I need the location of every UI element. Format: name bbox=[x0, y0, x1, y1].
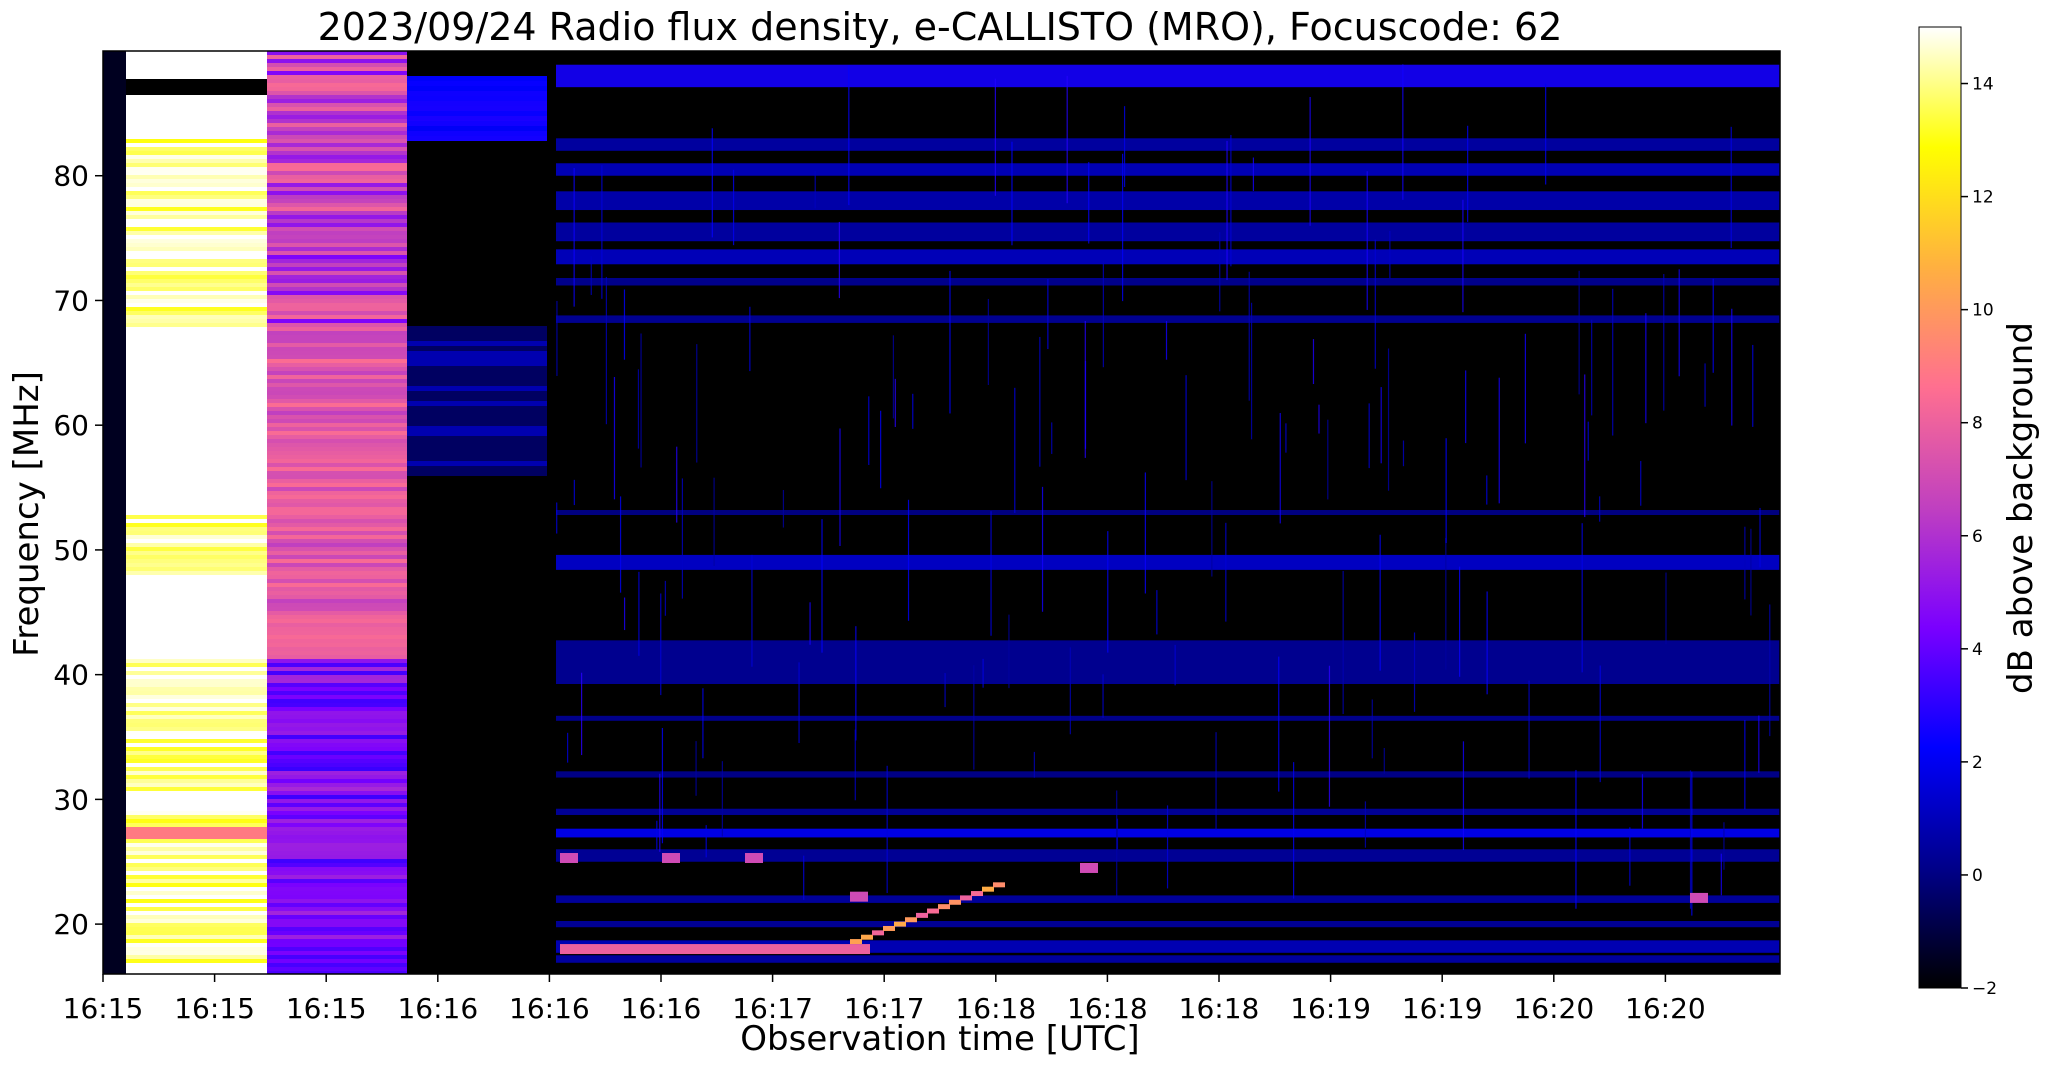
colorbar: −2 0 2 4 6 8 10 12 14 dB above background bbox=[1918, 26, 2041, 999]
x-tick-label: 16:15 bbox=[286, 992, 367, 1025]
chart-title: 2023/09/24 Radio flux density, e-CALLIST… bbox=[318, 5, 1563, 49]
calibration-hot-block bbox=[126, 51, 267, 974]
y-tick-label: 20 bbox=[53, 908, 89, 941]
x-tick-label: 16:20 bbox=[1513, 992, 1594, 1025]
colorbar-scale bbox=[1918, 26, 1962, 989]
plot-area bbox=[103, 51, 1780, 974]
spectrogram-figure: 2023/09/24 Radio flux density, e-CALLIST… bbox=[7, 5, 2041, 1059]
y-axis-label: Frequency [MHz] bbox=[7, 371, 47, 657]
edge-column bbox=[103, 51, 126, 974]
x-tick-label: 16:20 bbox=[1625, 992, 1706, 1025]
x-tick-label: 16:15 bbox=[63, 992, 144, 1025]
x-tick-label: 16:15 bbox=[174, 992, 255, 1025]
x-axis: 16:15 16:15 16:15 16:16 16:16 16:16 16:17 16:17… bbox=[63, 974, 1706, 1025]
colorbar-tick-label: −2 bbox=[1972, 979, 1997, 999]
x-axis-label: Observation time [UTC] bbox=[740, 1019, 1139, 1059]
colorbar-tick-label: 14 bbox=[1972, 75, 1994, 95]
y-axis: 20 30 40 50 60 70 80 bbox=[53, 160, 103, 941]
x-tick-label: 16:18 bbox=[1179, 992, 1260, 1025]
colorbar-tick-label: 0 bbox=[1972, 866, 1983, 886]
burst-patch bbox=[850, 891, 868, 902]
y-tick-label: 60 bbox=[53, 409, 89, 442]
colorbar-tick-label: 2 bbox=[1972, 753, 1983, 773]
colorbar-tick-label: 12 bbox=[1972, 188, 1994, 208]
x-tick-label: 16:16 bbox=[621, 992, 702, 1025]
x-tick-label: 16:19 bbox=[1402, 992, 1483, 1025]
y-tick-label: 30 bbox=[53, 783, 89, 816]
burst-patch bbox=[745, 853, 763, 863]
y-tick-label: 70 bbox=[53, 284, 89, 317]
colorbar-tick-label: 6 bbox=[1972, 527, 1983, 547]
burst-patch bbox=[1080, 862, 1098, 873]
x-tick-label: 16:16 bbox=[397, 992, 478, 1025]
colorbar-tick-label: 4 bbox=[1972, 640, 1983, 660]
burst-patch bbox=[662, 853, 680, 863]
y-tick-label: 80 bbox=[53, 160, 89, 193]
burst-patch bbox=[560, 853, 578, 863]
burst-patch bbox=[1690, 892, 1708, 903]
calibration-warm-block bbox=[267, 51, 407, 974]
colorbar-label: dB above background bbox=[2001, 322, 2041, 694]
colorbar-tick-label: 10 bbox=[1972, 301, 1994, 321]
y-tick-label: 40 bbox=[53, 659, 89, 692]
x-tick-label: 16:16 bbox=[509, 992, 590, 1025]
calibration-low-block bbox=[407, 51, 547, 974]
colorbar-tick-label: 8 bbox=[1972, 414, 1983, 434]
y-tick-label: 50 bbox=[53, 534, 89, 567]
x-tick-label: 16:19 bbox=[1290, 992, 1371, 1025]
